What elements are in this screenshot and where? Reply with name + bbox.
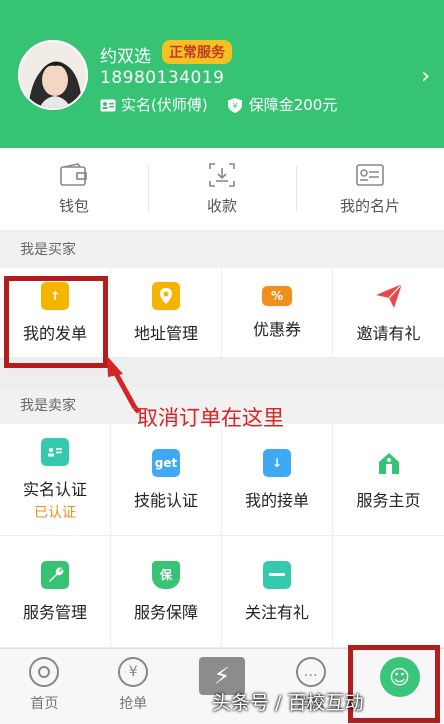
profile-meta: 实名(伏师傅) ¥ 保障金200元 [100,94,337,115]
profile-header[interactable]: 约双选 正常服务 18980134019 实名(伏师傅) ¥ 保障金200元 › [0,0,444,148]
tab-grab-order-label: 抢单 [119,696,148,712]
invite-gift-button[interactable]: 邀请有礼 [333,268,444,358]
buyer-section-title: 我是买家 [0,232,444,268]
verified-status: 已认证 [34,504,76,521]
home-icon [375,449,403,477]
receive-payment-icon [209,162,235,187]
follow-gift-label: 关注有礼 [244,602,309,622]
service-homepage-label: 服务主页 [356,490,421,510]
status-badge: 正常服务 [162,40,232,64]
coupon-button[interactable]: % 优惠券 [222,268,333,358]
wallet-label: 钱包 [58,196,89,215]
watermark-text: 头条号 / 百校互动 [212,692,364,714]
get-skill-icon: get [152,448,180,477]
my-accepted-orders-label: 我的接单 [244,490,309,510]
wrench-icon [41,560,69,589]
seller-grid: 实名认证 已认证 get 技能认证 ↓ 我的接单 服务主页 服务管理 保 服务保… [0,424,444,648]
business-card-label: 我的名片 [339,196,400,215]
avatar[interactable] [18,40,88,110]
tab-home[interactable]: 首页 [0,649,89,724]
skill-auth-button[interactable]: get 技能认证 [111,424,222,536]
receive-payment-label: 收款 [206,196,237,215]
paper-plane-icon [375,282,403,310]
svg-text:¥: ¥ [232,102,237,111]
verified-label: 实名(伏师傅) [121,96,208,114]
follow-icon [263,560,291,589]
user-name: 约双选 [100,47,151,67]
empty-cell [333,536,444,648]
deposit-label: 保障金200元 [248,96,338,114]
real-name-auth-label: 实名认证 [22,479,87,499]
callout-text: 取消订单在这里 [137,406,284,430]
id-card-icon [41,437,69,466]
my-accepted-orders-button[interactable]: ↓ 我的接单 [222,424,333,536]
address-management-button[interactable]: 地址管理 [111,268,222,358]
location-pin-icon [152,281,180,310]
highlight-box-my-orders [4,276,108,368]
coupon-icon: % [262,285,292,306]
yen-icon: ¥ [118,657,149,687]
service-guarantee-label: 服务保障 [133,602,198,622]
tab-home-label: 首页 [30,696,59,712]
home-circle-icon [29,657,60,687]
chevron-right-icon[interactable]: › [421,64,430,89]
wallet-row: 钱包 收款 我的名片 [0,148,444,230]
skill-auth-label: 技能认证 [133,490,198,510]
address-management-label: 地址管理 [133,323,198,343]
download-arrow-icon: ↓ [263,448,291,477]
wallet-icon [60,162,87,186]
service-management-button[interactable]: 服务管理 [0,536,111,648]
message-icon: … [295,657,326,687]
tab-grab-order[interactable]: ¥ 抢单 [89,649,178,724]
business-card-button[interactable]: 我的名片 [296,148,444,230]
coupon-label: 优惠券 [252,319,301,339]
phone-number: 18980134019 [100,68,225,88]
service-management-label: 服务管理 [22,602,87,622]
wallet-button[interactable]: 钱包 [0,148,148,230]
real-name-auth-button[interactable]: 实名认证 已认证 [0,424,111,536]
receive-payment-button[interactable]: 收款 [148,148,296,230]
business-card-icon [356,163,384,186]
deposit-shield-icon: ¥ [227,98,244,113]
app-screen: 约双选 正常服务 18980134019 实名(伏师傅) ¥ 保障金200元 ›… [0,0,444,724]
follow-gift-button[interactable]: 关注有礼 [222,536,333,648]
service-guarantee-button[interactable]: 保 服务保障 [111,536,222,648]
id-card-icon [100,98,116,112]
invite-gift-label: 邀请有礼 [356,323,421,343]
service-homepage-button[interactable]: 服务主页 [333,424,444,536]
shield-icon: 保 [152,560,180,589]
